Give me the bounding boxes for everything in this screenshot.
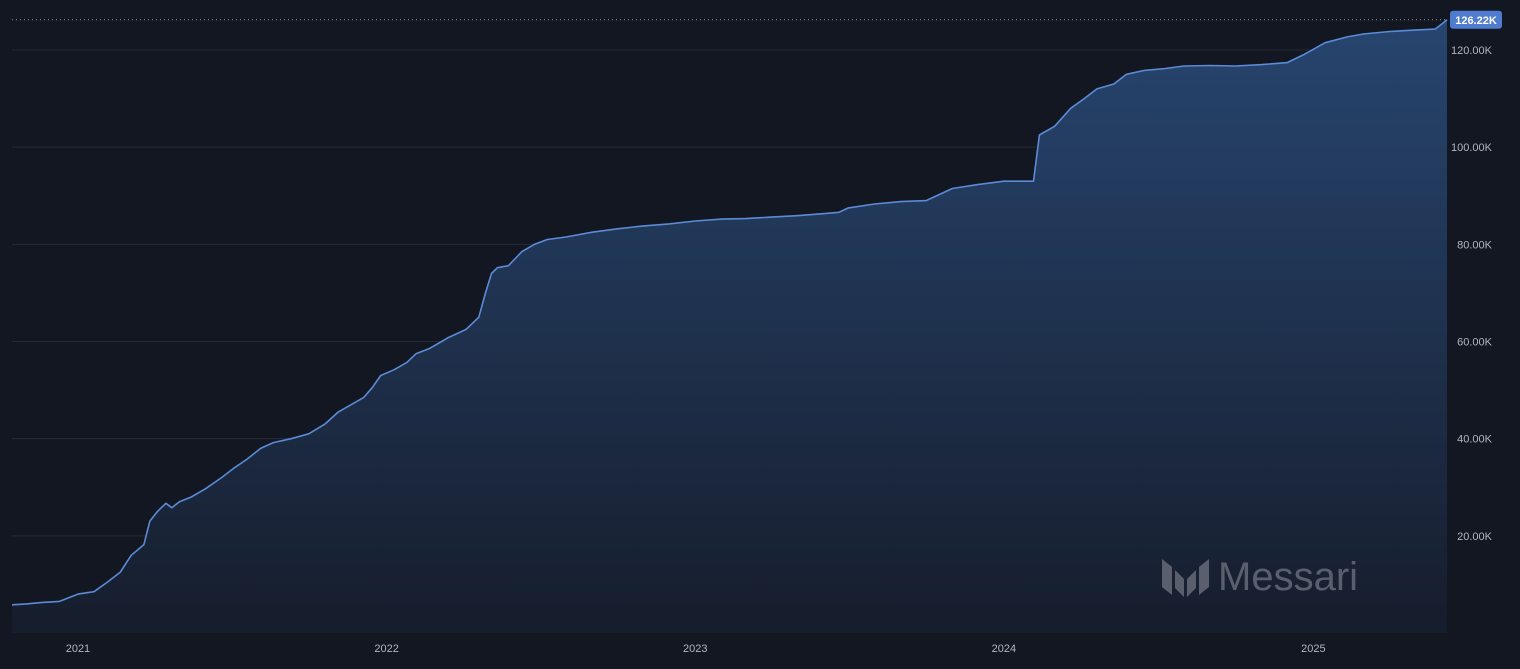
x-tick-label: 2024 [992, 643, 1016, 655]
last-value-marker: 126.22K [12, 10, 1502, 29]
last-value-label: 126.22K [1455, 15, 1497, 27]
y-tick-label: 20.00K [1457, 531, 1493, 543]
x-tick-label: 2021 [66, 643, 90, 655]
y-tick-label: 60.00K [1457, 337, 1493, 349]
x-tick-label: 2023 [683, 643, 707, 655]
watermark-text: Messari [1218, 555, 1358, 599]
y-tick-label: 40.00K [1457, 434, 1493, 446]
area-fill [12, 19, 1447, 634]
chart-container: Messari 20.00K 40.00K 60.00K 80.00K 100.00K 1… [0, 0, 1520, 669]
y-tick-label: 80.00K [1457, 239, 1493, 251]
y-tick-label: 120.00K [1451, 45, 1493, 57]
x-tick-label: 2022 [374, 643, 398, 655]
area-chart: Messari 20.00K 40.00K 60.00K 80.00K 100.00K 1… [11, 10, 1502, 655]
y-tick-label: 100.00K [1451, 142, 1493, 154]
y-axis-ticks: 20.00K 40.00K 60.00K 80.00K 100.00K 120.00K [1451, 45, 1493, 543]
x-axis-ticks: 2021 2022 2023 2024 2025 [66, 643, 1326, 655]
x-tick-label: 2025 [1301, 643, 1325, 655]
series-area [12, 19, 1447, 634]
